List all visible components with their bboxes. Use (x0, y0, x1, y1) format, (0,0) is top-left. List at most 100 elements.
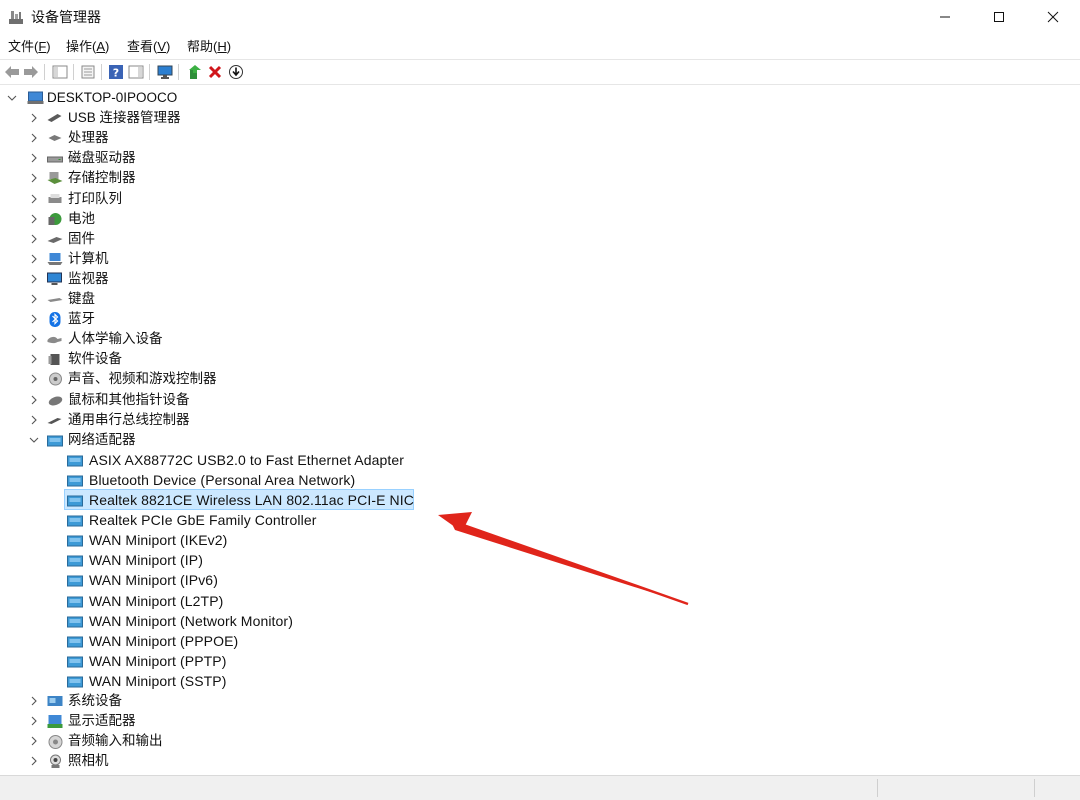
tree-item-mice-pointing-devices[interactable]: 鼠标和其他指针设备 (0, 390, 1080, 410)
chevron-right-icon[interactable] (28, 293, 40, 305)
window-title: 设备管理器 (31, 9, 101, 25)
chevron-right-icon[interactable] (28, 735, 40, 747)
tree-item-monitors[interactable]: 监视器 (0, 269, 1080, 289)
network-adapter-icon (67, 535, 83, 547)
uninstall-device-button[interactable] (206, 63, 224, 81)
tree-item-audio-inputs-outputs[interactable]: 音频输入和输出 (0, 731, 1080, 751)
tree-item-keyboards[interactable]: 键盘 (0, 289, 1080, 309)
tree-item-sound-video-game-controllers[interactable]: 声音、视频和游戏控制器 (0, 369, 1080, 389)
toolbar: ? (0, 59, 1080, 85)
menu-view-key: V (157, 39, 167, 54)
keyboard-icon (47, 298, 63, 302)
chevron-right-icon[interactable] (28, 233, 40, 245)
network-adapter-icon (67, 515, 83, 527)
menu-help-label: 帮助( (187, 39, 218, 54)
close-icon (1047, 11, 1059, 23)
tree-item-usb-connector-manager[interactable]: USB 连接器管理器 (0, 108, 1080, 128)
tree-item-display-adapters-label: 显示适配器 (68, 713, 136, 728)
tree-item-disk-drives[interactable]: 磁盘驱动器 (0, 148, 1080, 168)
network-adapter-item[interactable]: Bluetooth Device (Personal Area Network) (0, 470, 1080, 490)
chevron-right-icon[interactable] (28, 132, 40, 144)
network-adapter-item[interactable]: WAN Miniport (Network Monitor) (0, 611, 1080, 631)
network-adapter-item[interactable]: WAN Miniport (IP) (0, 550, 1080, 570)
chevron-right-icon[interactable] (28, 353, 40, 365)
chevron-right-icon[interactable] (28, 715, 40, 727)
tree-item-print-queues-label: 打印队列 (68, 191, 122, 206)
chevron-down-icon[interactable] (6, 92, 18, 104)
tree-item-software-devices-label: 软件设备 (68, 351, 122, 366)
tree-item-system-devices[interactable]: 系统设备 (0, 691, 1080, 711)
scan-hardware-button[interactable] (227, 63, 245, 81)
tree-item-usb-controllers[interactable]: 通用串行总线控制器 (0, 410, 1080, 430)
menu-action[interactable]: 操作(A) (66, 38, 109, 56)
device-tree: DESKTOP-0IPOOCO USB 连接器管理器处理器磁盘驱动器存储控制器打印… (0, 86, 1080, 770)
back-arrow-icon (5, 66, 19, 78)
network-adapter-item[interactable]: WAN Miniport (IPv6) (0, 570, 1080, 590)
network-adapter-item-label: WAN Miniport (IKEv2) (89, 532, 228, 548)
menu-file[interactable]: 文件(F) (8, 38, 51, 56)
monitor-button[interactable] (156, 63, 174, 81)
network-adapter-item[interactable]: WAN Miniport (PPPOE) (0, 631, 1080, 651)
tree-item-disk-drives-label: 磁盘驱动器 (68, 150, 136, 165)
mouse-icon (48, 396, 63, 406)
tree-item-human-interface-devices[interactable]: 人体学输入设备 (0, 329, 1080, 349)
chevron-right-icon[interactable] (28, 755, 40, 767)
tree-item-cameras[interactable]: 照相机 (0, 751, 1080, 771)
tree-root-label: DESKTOP-0IPOOCO (47, 90, 178, 105)
tree-item-monitors-label: 监视器 (68, 271, 109, 286)
maximize-button[interactable] (972, 0, 1026, 34)
network-adapter-icon (67, 475, 83, 487)
tree-item-print-queues[interactable]: 打印队列 (0, 189, 1080, 209)
chevron-right-icon[interactable] (28, 373, 40, 385)
chevron-down-icon[interactable] (28, 434, 40, 446)
tree-item-firmware[interactable]: 固件 (0, 229, 1080, 249)
console-tree-button[interactable] (51, 63, 69, 81)
chevron-right-icon[interactable] (28, 112, 40, 124)
back-button[interactable] (3, 63, 21, 81)
menu-view[interactable]: 查看(V) (127, 38, 170, 56)
tree-item-bluetooth[interactable]: 蓝牙 (0, 309, 1080, 329)
update-driver-button[interactable] (186, 63, 204, 81)
chevron-right-icon[interactable] (28, 253, 40, 265)
minimize-button[interactable] (918, 0, 972, 34)
network-adapter-item[interactable]: WAN Miniport (PPTP) (0, 651, 1080, 671)
chevron-right-icon[interactable] (28, 333, 40, 345)
network-adapter-icon (67, 636, 83, 648)
properties-button[interactable] (79, 63, 97, 81)
forward-button[interactable] (22, 63, 40, 81)
chevron-right-icon[interactable] (28, 273, 40, 285)
menu-help[interactable]: 帮助(H) (187, 38, 231, 56)
tree-item-network-adapters[interactable]: 网络适配器 (0, 430, 1080, 450)
network-adapter-item[interactable]: Realtek PCIe GbE Family Controller (0, 510, 1080, 530)
tree-root[interactable]: DESKTOP-0IPOOCO (0, 88, 1080, 108)
network-adapter-item[interactable]: WAN Miniport (L2TP) (0, 591, 1080, 611)
chevron-right-icon[interactable] (28, 152, 40, 164)
network-adapter-icon (67, 676, 83, 688)
device-manager-icon (9, 11, 23, 24)
chevron-right-icon[interactable] (28, 193, 40, 205)
tree-item-batteries[interactable]: 电池 (0, 209, 1080, 229)
network-adapter-item-label: WAN Miniport (L2TP) (89, 593, 224, 609)
chevron-right-icon[interactable] (28, 695, 40, 707)
network-adapter-item[interactable]: WAN Miniport (IKEv2) (0, 530, 1080, 550)
network-adapter-item[interactable]: WAN Miniport (SSTP) (0, 671, 1080, 691)
tree-item-processors-label: 处理器 (68, 130, 109, 145)
close-button[interactable] (1026, 0, 1080, 34)
help-button[interactable]: ? (107, 63, 125, 81)
chevron-right-icon[interactable] (28, 172, 40, 184)
network-adapter-item[interactable]: ASIX AX88772C USB2.0 to Fast Ethernet Ad… (0, 450, 1080, 470)
tree-item-computer[interactable]: 计算机 (0, 249, 1080, 269)
tree-item-processors[interactable]: 处理器 (0, 128, 1080, 148)
chevron-right-icon[interactable] (28, 394, 40, 406)
menu-action-label: 操作( (66, 39, 97, 54)
chevron-right-icon[interactable] (28, 213, 40, 225)
network-adapter-item[interactable]: Realtek 8821CE Wireless LAN 802.11ac PCI… (0, 490, 1080, 510)
scan-hardware-icon (229, 65, 243, 79)
tree-item-storage-controllers[interactable]: 存储控制器 (0, 168, 1080, 188)
chevron-right-icon[interactable] (28, 313, 40, 325)
usb-connector-icon (47, 114, 62, 122)
tree-item-software-devices[interactable]: 软件设备 (0, 349, 1080, 369)
action-pane-button[interactable] (127, 63, 145, 81)
chevron-right-icon[interactable] (28, 414, 40, 426)
tree-item-display-adapters[interactable]: 显示适配器 (0, 711, 1080, 731)
